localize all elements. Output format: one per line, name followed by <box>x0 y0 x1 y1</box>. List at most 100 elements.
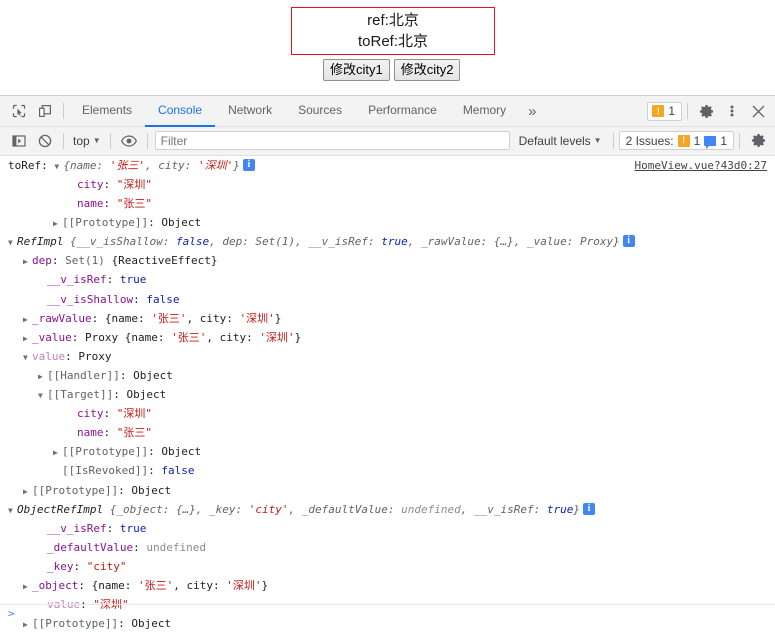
toolbar-warning-badge[interactable]: ! 1 <box>647 101 682 121</box>
ref-output-line: ref:北京 <box>367 12 419 29</box>
close-icon[interactable] <box>745 99 771 123</box>
console-token: , dep: Set(1), __v_isRef: <box>209 235 382 249</box>
console-token: : <box>73 559 87 573</box>
filterbar-divider-4 <box>612 132 614 149</box>
tree-collapsed-arrow-icon[interactable] <box>38 367 47 386</box>
tree-collapsed-arrow-icon[interactable] <box>53 214 62 233</box>
tree-collapsed-arrow-icon[interactable] <box>53 443 62 462</box>
console-token: } <box>294 330 302 344</box>
tree-collapsed-arrow-icon[interactable] <box>23 310 32 329</box>
more-tabs-chevron-icon[interactable]: » <box>519 103 545 120</box>
tree-expanded-arrow-icon[interactable] <box>54 157 63 176</box>
console-token: true <box>546 502 574 516</box>
inspect-element-icon[interactable] <box>6 99 32 123</box>
console-log-row: value: Proxy <box>0 347 775 366</box>
console-token: : <box>103 407 117 421</box>
console-token: _key <box>47 559 74 573</box>
console-token: , __v_isRef: <box>460 502 547 516</box>
console-log-row: city: "深圳" <box>0 175 775 194</box>
console-token: RefImpl <box>17 235 70 249</box>
gear-icon[interactable] <box>693 99 719 123</box>
tree-collapsed-arrow-icon[interactable] <box>23 252 32 271</box>
tab-sources[interactable]: Sources <box>285 96 355 127</box>
console-output[interactable]: toRef: {name: '张三', city: '深圳'}icity: "深… <box>0 155 775 632</box>
live-expression-icon[interactable] <box>116 129 142 153</box>
filter-input[interactable] <box>154 131 510 151</box>
chevron-down-icon: ▼ <box>92 136 101 146</box>
console-token: : <box>148 464 162 478</box>
tree-collapsed-arrow-icon[interactable] <box>23 577 32 596</box>
execution-context-select[interactable]: top ▼ <box>69 134 105 148</box>
console-token: : <box>133 540 147 554</box>
console-log-row: [[Handler]]: Object <box>0 366 775 385</box>
issues-label: 2 Issues: <box>625 133 674 148</box>
console-token: "张三" <box>116 197 152 211</box>
info-badge-icon[interactable]: i <box>582 502 595 515</box>
tab-console[interactable]: Console <box>145 96 216 127</box>
tree-expanded-arrow-icon[interactable] <box>23 348 32 367</box>
tree-collapsed-arrow-icon[interactable] <box>23 482 32 501</box>
tree-expanded-arrow-icon[interactable] <box>8 233 17 252</box>
console-token: "city" <box>86 559 127 573</box>
console-sidebar-icon[interactable] <box>6 129 32 153</box>
console-token: , city: <box>206 330 260 344</box>
chevron-down-icon-levels: ▼ <box>593 136 602 146</box>
rendered-page-area: ref:北京 toRef:北京 修改city1 修改city2 <box>0 0 775 95</box>
console-log-row: [[Prototype]]: Object <box>0 442 775 461</box>
console-token: [[Handler]] <box>47 368 120 382</box>
console-token: : <box>106 273 120 287</box>
console-token: '深圳' <box>226 578 262 592</box>
kebab-menu-icon[interactable] <box>719 99 745 123</box>
tab-performance[interactable]: Performance <box>355 96 450 127</box>
console-token: : Object <box>119 368 173 382</box>
issues-badge[interactable]: 2 Issues: ! 1 1 <box>618 131 734 151</box>
warning-icon: ! <box>652 105 665 117</box>
console-token: } <box>261 578 269 592</box>
console-token: _object <box>32 578 79 592</box>
device-toolbar-icon[interactable] <box>32 99 58 123</box>
console-log-row: ObjectRefImpl {_object: {…}, _key: 'city… <box>0 500 775 519</box>
console-token: __v_isShallow <box>47 292 134 306</box>
tree-expanded-arrow-icon[interactable] <box>38 386 47 405</box>
console-log-row: name: "张三" <box>0 194 775 213</box>
tree-expanded-arrow-icon[interactable] <box>8 501 17 520</box>
filterbar-divider-2 <box>109 132 111 149</box>
console-token: , _defaultValue: <box>288 502 402 516</box>
console-prompt-row[interactable]: > <box>0 603 775 625</box>
tab-network[interactable]: Network <box>215 96 285 127</box>
tree-collapsed-arrow-icon[interactable] <box>23 329 32 348</box>
modify-city2-button[interactable]: 修改city2 <box>393 59 461 81</box>
console-token: '深圳' <box>239 311 275 325</box>
log-levels-select[interactable]: Default levels ▼ <box>513 134 608 148</box>
tab-elements[interactable]: Elements <box>69 96 145 127</box>
console-settings-gear-icon[interactable] <box>745 129 771 153</box>
console-token: city <box>77 407 104 421</box>
console-token: [[Prototype]] <box>62 216 149 230</box>
info-badge-icon[interactable]: i <box>622 235 635 248</box>
console-token: : Object <box>113 388 167 402</box>
console-log-row: [[IsRevoked]]: false <box>0 461 775 480</box>
devtools-main-toolbar: Elements Console Network Sources Perform… <box>0 96 775 127</box>
clear-console-icon[interactable] <box>32 129 58 153</box>
toolbar-warning-count: 1 <box>668 104 675 118</box>
issues-info-count: 1 <box>720 133 727 148</box>
console-log-row: [[Prototype]]: Object <box>0 481 775 500</box>
console-token: [[IsRevoked]] <box>62 464 149 478</box>
console-token: "深圳" <box>116 407 152 421</box>
modify-city1-button[interactable]: 修改city1 <box>323 59 390 81</box>
console-log-row: _defaultValue: undefined <box>0 538 775 557</box>
source-location-link[interactable]: HomeView.vue?43d0:27 <box>635 156 767 175</box>
console-log-row: _key: "city" <box>0 557 775 576</box>
console-token: false <box>146 292 180 306</box>
console-token: "深圳" <box>116 178 152 192</box>
console-token: : <box>133 292 147 306</box>
console-token: } <box>274 311 282 325</box>
tab-memory[interactable]: Memory <box>450 96 519 127</box>
console-token: : {name: <box>78 578 138 592</box>
console-token: false <box>161 464 195 478</box>
info-badge-icon[interactable]: i <box>242 158 255 171</box>
console-token: _value <box>32 330 72 344</box>
log-levels-value: Default levels <box>518 133 591 148</box>
filterbar-divider-5 <box>739 132 740 149</box>
console-token: } <box>573 502 580 516</box>
